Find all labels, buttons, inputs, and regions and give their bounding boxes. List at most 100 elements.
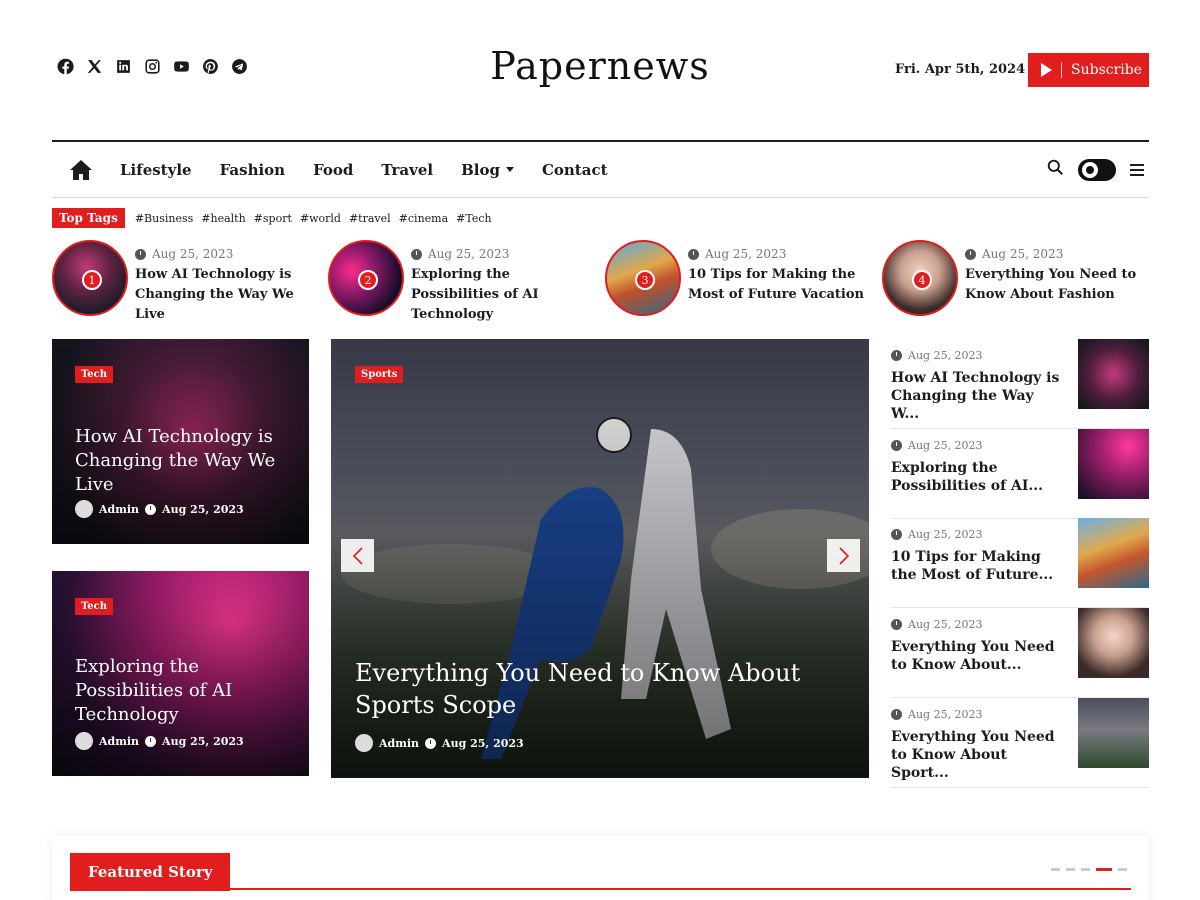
list-thumbnail[interactable] [1078, 429, 1149, 499]
list-item[interactable]: Aug 25, 2023 Exploring the Possibilities… [890, 429, 1149, 519]
dark-mode-toggle[interactable] [1078, 158, 1116, 181]
post-date: Aug 25, 2023 [908, 349, 983, 362]
list-item-title[interactable]: Exploring the Possibilities of AI... [891, 459, 1066, 495]
tag-link[interactable]: #cinema [399, 212, 448, 225]
sun-icon [1082, 161, 1098, 178]
trending-item[interactable]: 1 Aug 25, 2023 How AI Technology is Chan… [52, 240, 317, 322]
trending-thumbnail[interactable]: 4 [882, 240, 958, 316]
trending-thumbnail[interactable]: 3 [605, 240, 681, 316]
clock-icon [688, 248, 699, 260]
tag-link[interactable]: #Business [135, 212, 193, 225]
chevron-left-icon [352, 546, 363, 565]
trending-title[interactable]: How AI Technology is Changing the Way We… [135, 265, 317, 325]
post-date: Aug 25, 2023 [908, 528, 983, 541]
trending-thumbnail[interactable]: 1 [52, 240, 128, 316]
divider [1061, 62, 1062, 78]
nav-item-fashion[interactable]: Fashion [220, 161, 286, 179]
carousel-dot[interactable] [1081, 868, 1090, 871]
tag-link[interactable]: #Tech [456, 212, 491, 225]
post-card[interactable]: Tech How AI Technology is Changing the W… [52, 339, 309, 544]
hamburger-menu-icon[interactable] [1130, 163, 1144, 176]
category-badge[interactable]: Sports [355, 366, 404, 383]
list-thumbnail[interactable] [1078, 518, 1149, 588]
list-item-title[interactable]: Everything You Need to Know About... [891, 638, 1066, 674]
post-date: Aug 25, 2023 [705, 247, 787, 261]
clock-icon [891, 529, 902, 540]
nav-item-contact[interactable]: Contact [542, 161, 608, 179]
trending-item[interactable]: 2 Aug 25, 2023 Exploring the Possibiliti… [328, 240, 593, 322]
list-thumbnail[interactable] [1078, 608, 1149, 678]
divider [70, 888, 1131, 890]
carousel-dot[interactable] [1118, 868, 1127, 871]
trending-number: 2 [358, 270, 378, 290]
category-badge[interactable]: Tech [75, 598, 114, 615]
next-slide-button[interactable] [827, 539, 860, 572]
home-icon[interactable] [69, 159, 93, 181]
post-date: Aug 25, 2023 [428, 247, 510, 261]
list-item[interactable]: Aug 25, 2023 10 Tips for Making the Most… [890, 518, 1149, 608]
post-date: Aug 25, 2023 [982, 247, 1064, 261]
list-item-title[interactable]: 10 Tips for Making the Most of Future... [891, 548, 1066, 584]
clock-icon [145, 503, 157, 515]
post-title[interactable]: How AI Technology is Changing the Way We… [75, 425, 290, 497]
trending-number: 1 [82, 270, 102, 290]
post-date: Aug 25, 2023 [908, 708, 983, 721]
post-date: Aug 25, 2023 [152, 247, 234, 261]
carousel-dots [1051, 868, 1127, 871]
author-name[interactable]: Admin [99, 503, 139, 516]
list-item[interactable]: Aug 25, 2023 Everything You Need to Know… [890, 698, 1149, 788]
trending-title[interactable]: Exploring the Possibilities of AI Techno… [411, 265, 593, 325]
category-badge[interactable]: Tech [75, 366, 114, 383]
nav-item-food[interactable]: Food [313, 161, 353, 179]
author-name[interactable]: Admin [379, 737, 419, 750]
trending-thumbnail[interactable]: 2 [328, 240, 404, 316]
post-date: Aug 25, 2023 [162, 502, 244, 516]
clock-icon [965, 248, 976, 260]
prev-slide-button[interactable] [341, 539, 374, 572]
post-title[interactable]: Exploring the Possibilities of AI Techno… [75, 655, 290, 727]
trending-title[interactable]: 10 Tips for Making the Most of Future Va… [688, 265, 870, 305]
trending-item[interactable]: 3 Aug 25, 2023 10 Tips for Making the Mo… [605, 240, 870, 318]
top-tags: Top Tags #Business #health #sport #world… [52, 208, 492, 228]
list-item[interactable]: Aug 25, 2023 Everything You Need to Know… [890, 608, 1149, 698]
clock-icon [891, 619, 902, 630]
trending-title[interactable]: Everything You Need to Know About Fashio… [965, 265, 1147, 305]
avatar [75, 500, 93, 518]
search-icon[interactable] [1047, 159, 1064, 180]
nav-item-blog[interactable]: Blog [461, 161, 514, 179]
hero-slide[interactable]: Sports Everything You Need to Know About… [331, 339, 869, 778]
clock-icon [145, 735, 157, 747]
clock-icon [425, 737, 437, 749]
chevron-right-icon [838, 546, 849, 565]
clock-icon [411, 248, 422, 260]
subscribe-label: Subscribe [1071, 62, 1143, 78]
featured-story-title: Featured Story [70, 853, 231, 891]
author-name[interactable]: Admin [99, 735, 139, 748]
post-date: Aug 25, 2023 [442, 736, 524, 750]
list-thumbnail[interactable] [1078, 698, 1149, 768]
list-item-title[interactable]: Everything You Need to Know About Sport.… [891, 728, 1066, 782]
list-item[interactable]: Aug 25, 2023 How AI Technology is Changi… [890, 339, 1149, 429]
clock-icon [891, 440, 902, 451]
carousel-dot-active[interactable] [1096, 868, 1112, 871]
main-nav: Lifestyle Fashion Food Travel Blog Conta… [52, 140, 1149, 198]
clock-icon [891, 709, 902, 720]
nav-menu: Lifestyle Fashion Food Travel Blog Conta… [120, 161, 608, 179]
tag-link[interactable]: #health [201, 212, 245, 225]
tag-link[interactable]: #sport [254, 212, 292, 225]
top-tags-label: Top Tags [52, 208, 125, 228]
nav-item-lifestyle[interactable]: Lifestyle [120, 161, 192, 179]
list-thumbnail[interactable] [1078, 339, 1149, 409]
trending-number: 4 [912, 270, 932, 290]
post-card[interactable]: Tech Exploring the Possibilities of AI T… [52, 571, 309, 776]
subscribe-button[interactable]: Subscribe [1028, 53, 1149, 87]
carousel-dot[interactable] [1051, 868, 1060, 871]
clock-icon [891, 350, 902, 361]
trending-item[interactable]: 4 Aug 25, 2023 Everything You Need to Kn… [882, 240, 1147, 318]
tag-link[interactable]: #travel [349, 212, 391, 225]
hero-title[interactable]: Everything You Need to Know About Sports… [355, 657, 835, 721]
carousel-dot[interactable] [1066, 868, 1075, 871]
tag-link[interactable]: #world [300, 212, 341, 225]
list-item-title[interactable]: How AI Technology is Changing the Way W.… [891, 369, 1066, 423]
nav-item-travel[interactable]: Travel [381, 161, 433, 179]
